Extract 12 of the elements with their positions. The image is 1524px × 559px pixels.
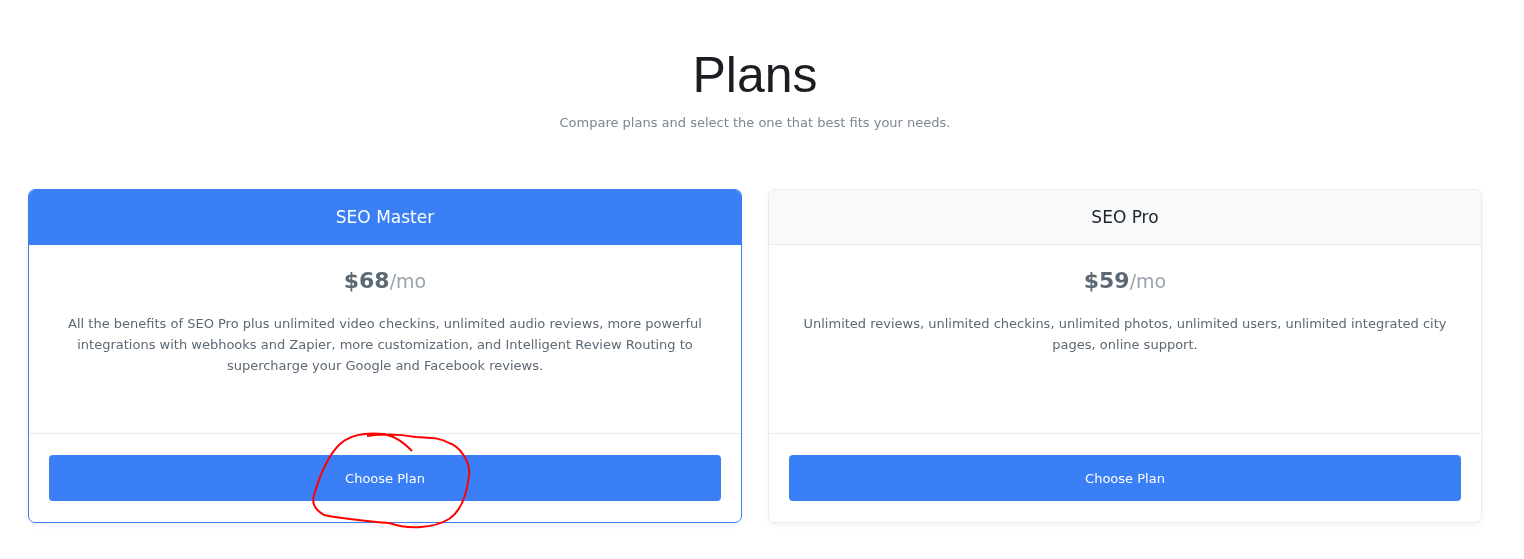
plan-description: Unlimited reviews, unlimited checkins, unlimited photos, unlimited users, unlimited integrated city pages, online support. bbox=[802, 315, 1448, 354]
choose-plan-button[interactable]: Choose Plan bbox=[789, 455, 1461, 501]
page-subtitle: Compare plans and select the one that best fits your needs. bbox=[558, 114, 952, 132]
price-period: /mo bbox=[1129, 270, 1167, 292]
price-period: /mo bbox=[389, 270, 427, 292]
plan-price: $59 bbox=[1083, 268, 1130, 293]
plan-description: All the benefits of SEO Pro plus unlimited video checkins, unlimited audio reviews, more powerful integrations with webhooks and Zapier, more customization, and Intelligent Review Routing to supercharge your Google and Facebook reviews. bbox=[67, 315, 703, 375]
plan-name: SEO Pro bbox=[769, 190, 1481, 245]
plan-name: SEO Master bbox=[29, 190, 741, 245]
page-title: Plans bbox=[691, 46, 819, 105]
choose-plan-button[interactable]: Choose Plan bbox=[49, 455, 721, 501]
plan-price: $68 bbox=[343, 268, 390, 293]
